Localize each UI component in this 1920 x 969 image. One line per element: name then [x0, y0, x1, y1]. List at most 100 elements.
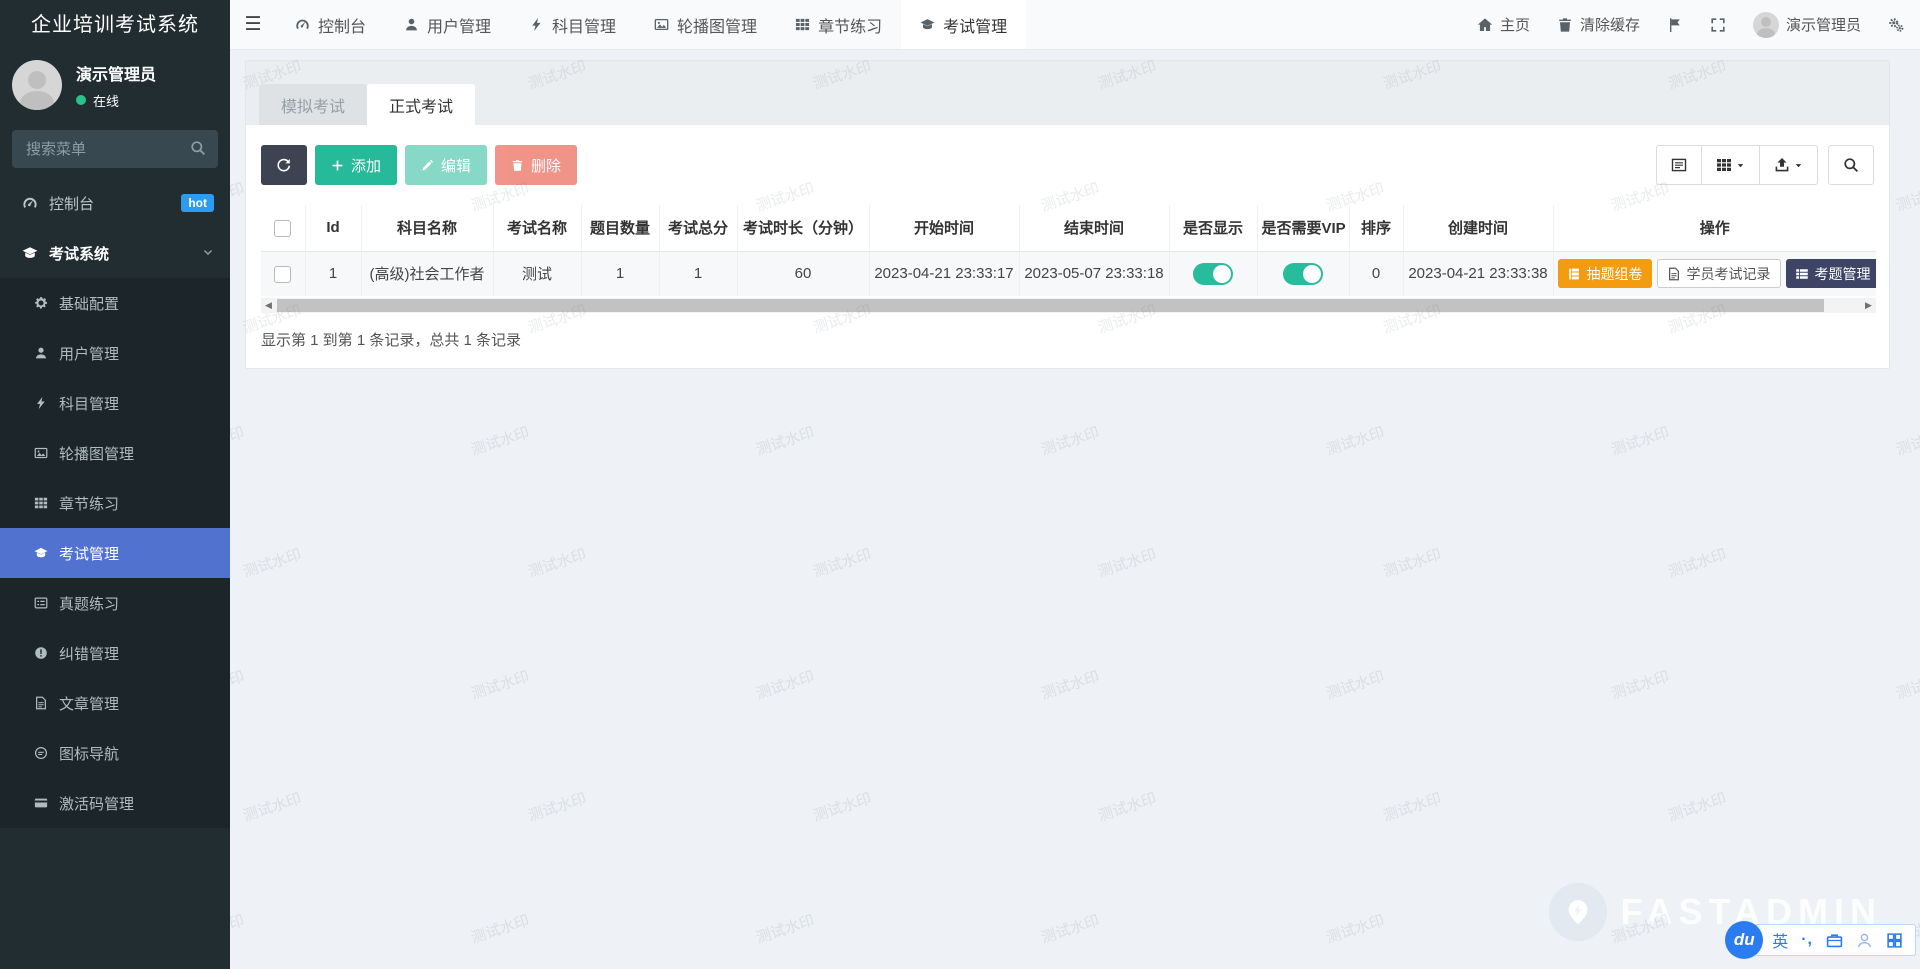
search-icon	[1843, 157, 1859, 173]
detail-view-button[interactable]	[1656, 145, 1702, 185]
scroll-right-arrow[interactable]: ▶	[1861, 298, 1876, 313]
chevron-down-icon	[202, 247, 214, 259]
sidebar-item-chapter-practice[interactable]: 章节练习	[0, 478, 230, 528]
clear-cache-button[interactable]: 清除缓存	[1557, 14, 1640, 35]
cell-end-time: 2023-05-07 23:33:18	[1018, 251, 1169, 296]
topnav-exam-mgmt[interactable]: 考试管理	[901, 0, 1027, 49]
row-actions: 抽题组卷 学员考试记录 考题管理	[1557, 259, 1876, 289]
gear-icon	[34, 296, 48, 310]
sidebar-search-input[interactable]	[12, 130, 218, 168]
add-button[interactable]: 添加	[315, 145, 398, 185]
fullscreen-button[interactable]	[1710, 17, 1726, 33]
ime-account-button[interactable]	[1856, 932, 1873, 949]
caret-down-icon	[1794, 161, 1803, 170]
sidebar-item-exam-system[interactable]: 考试系统	[0, 228, 230, 278]
bolt-icon	[34, 396, 48, 410]
sidebar-item-basic-config[interactable]: 基础配置	[0, 278, 230, 328]
topnav-chapter-practice[interactable]: 章节练习	[776, 0, 901, 49]
sidebar-item-dashboard[interactable]: 控制台 hot	[0, 178, 230, 228]
scroll-left-arrow[interactable]: ◀	[261, 298, 276, 313]
home-icon	[1477, 17, 1493, 33]
file-text-icon	[1667, 267, 1681, 281]
hamburger-menu-icon[interactable]: ☰	[230, 0, 276, 49]
scrollbar-thumb[interactable]	[277, 299, 1824, 312]
cell-start-time: 2023-04-21 23:33:17	[868, 251, 1019, 296]
search-toggle-button[interactable]	[1828, 145, 1874, 185]
question-mgmt-button[interactable]: 考题管理	[1785, 259, 1876, 289]
col-header-show: 是否显示	[1168, 205, 1257, 252]
refresh-button[interactable]	[261, 145, 307, 185]
cell-duration: 60	[736, 251, 869, 296]
columns-dropdown-button[interactable]	[1702, 145, 1760, 185]
sidebar-item-exam-mgmt[interactable]: 考试管理	[0, 528, 230, 578]
caret-down-icon	[1736, 161, 1745, 170]
col-header-exam-name: 考试名称	[492, 205, 581, 252]
columns-icon	[1716, 157, 1732, 173]
col-header-id: Id	[304, 205, 361, 252]
person-icon	[1856, 932, 1873, 949]
sidebar-item-user-mgmt[interactable]: 用户管理	[0, 328, 230, 378]
row-checkbox[interactable]	[274, 265, 292, 283]
trash-icon	[511, 159, 524, 172]
col-header-question-count: 题目数量	[580, 205, 659, 252]
sidebar-item-carousel-mgmt[interactable]: 轮播图管理	[0, 428, 230, 478]
cell-sort: 0	[1348, 251, 1403, 296]
avatar	[12, 60, 62, 110]
ime-keyboard-layout-button[interactable]	[1886, 932, 1903, 949]
delete-button[interactable]: 删除	[495, 145, 578, 185]
profile-username: 演示管理员	[1785, 17, 1861, 34]
profile-menu[interactable]: 演示管理员	[1752, 11, 1861, 38]
ime-toolbox-button[interactable]	[1826, 932, 1843, 949]
refresh-icon	[276, 157, 292, 173]
col-header-start-time: 开始时间	[868, 205, 1019, 252]
gauge-icon	[22, 195, 38, 211]
topnav-carousel-mgmt[interactable]: 轮播图管理	[635, 0, 776, 49]
extract-paper-button[interactable]: 抽题组卷	[1557, 259, 1652, 289]
sidebar-item-icon-nav[interactable]: 图标导航	[0, 728, 230, 778]
col-header-total-score: 考试总分	[658, 205, 737, 252]
topnav-user-mgmt[interactable]: 用户管理	[385, 0, 510, 49]
grid-icon	[1886, 932, 1903, 949]
detail-view-icon	[1671, 157, 1687, 173]
gears-icon	[1888, 17, 1904, 33]
bolt-icon	[529, 17, 544, 32]
flag-button[interactable]	[1667, 17, 1683, 33]
image-icon	[654, 17, 669, 32]
topnav-subject-mgmt[interactable]: 科目管理	[510, 0, 635, 49]
hot-badge: hot	[181, 194, 214, 212]
avatar	[1752, 11, 1779, 38]
home-button[interactable]: 主页	[1477, 14, 1530, 35]
plus-icon	[331, 159, 344, 172]
sidebar-item-error-mgmt[interactable]: 纠错管理	[0, 628, 230, 678]
table-row[interactable]: 1 (高级)社会工作者 测试 1 1 60 2023-04-21 23:33:1…	[261, 251, 1876, 296]
sidebar-item-subject-mgmt[interactable]: 科目管理	[0, 378, 230, 428]
graduation-cap-icon	[22, 245, 38, 261]
ime-logo[interactable]: du	[1725, 921, 1764, 959]
topnav-dashboard[interactable]: 控制台	[276, 0, 385, 49]
th-list-icon	[1795, 267, 1809, 281]
ime-punctuation-toggle[interactable]: ·,	[1801, 931, 1813, 949]
show-toggle[interactable]	[1193, 262, 1233, 285]
file-text-icon	[34, 696, 48, 710]
sidebar-item-article-mgmt[interactable]: 文章管理	[0, 678, 230, 728]
sidebar-item-real-questions[interactable]: 真题练习	[0, 578, 230, 628]
exclamation-circle-icon	[34, 646, 48, 660]
select-all-checkbox[interactable]	[274, 219, 292, 237]
sidebar-item-activation-code[interactable]: 激活码管理	[0, 778, 230, 828]
pagination-info: 显示第 1 到第 1 条记录，总共 1 条记录	[261, 332, 522, 349]
fullscreen-icon	[1710, 17, 1726, 33]
settings-button[interactable]	[1888, 17, 1904, 33]
flag-icon	[1667, 17, 1683, 33]
vip-toggle[interactable]	[1283, 262, 1323, 285]
edit-button[interactable]: 编辑	[405, 145, 488, 185]
export-dropdown-button[interactable]	[1760, 145, 1818, 185]
grid-icon	[795, 17, 810, 32]
exam-records-button[interactable]: 学员考试记录	[1656, 259, 1781, 289]
ime-language-toggle[interactable]: 英	[1772, 928, 1788, 952]
cell-subject: (高级)社会工作者	[360, 251, 493, 296]
tab-formal-exam[interactable]: 正式考试	[367, 84, 476, 125]
book-icon	[1567, 267, 1581, 281]
horizontal-scrollbar[interactable]: ◀ ▶	[261, 298, 1876, 313]
user-status: 在线	[76, 91, 156, 110]
tab-mock-exam[interactable]: 模拟考试	[259, 84, 368, 125]
